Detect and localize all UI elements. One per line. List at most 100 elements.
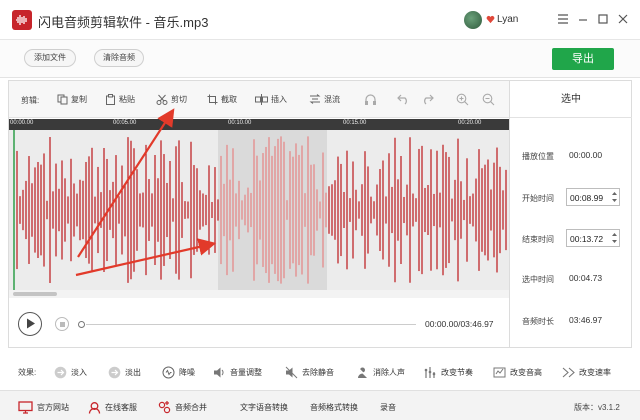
export-button[interactable]: 导出: [552, 48, 614, 70]
tick-label: 00:00.00: [10, 120, 34, 126]
paste-icon: [106, 93, 115, 105]
fade-out-label: 淡出: [125, 367, 141, 377]
zoom-out-icon: [482, 93, 495, 105]
paste-tool[interactable]: 粘贴: [105, 92, 135, 106]
crop-tool[interactable]: 截取: [207, 92, 237, 106]
zoom-in-tool[interactable]: [456, 92, 469, 106]
remove-vocals-effect[interactable]: 消除人声: [356, 365, 405, 379]
denoise-label: 降噪: [179, 367, 195, 377]
mute-icon: [285, 366, 298, 378]
volume-effect[interactable]: 音量调整: [213, 365, 262, 379]
monitor-icon: [18, 400, 33, 414]
undo-tool[interactable]: [397, 92, 410, 106]
insert-tool[interactable]: 插入: [255, 92, 287, 106]
play-icon: [27, 318, 35, 329]
official-website-label: 官方网站: [37, 402, 69, 412]
undo-icon: [397, 94, 407, 105]
selected-duration-label: 选中时间: [522, 275, 554, 284]
record-link[interactable]: 录音: [380, 400, 396, 414]
volume-label: 音量调整: [230, 367, 262, 377]
speed-label: 改变速率: [579, 367, 611, 377]
end-time-field[interactable]: 00:13.72: [566, 229, 620, 247]
cut-label: 剪切: [171, 94, 187, 104]
selected-duration-value: 00:04.73: [569, 273, 603, 283]
tts-link[interactable]: 文字语音转换: [240, 400, 288, 414]
format-convert-link[interactable]: 音频格式转换: [310, 400, 358, 414]
start-time-label: 开始时间: [522, 194, 554, 203]
fade-in-label: 淡入: [71, 367, 87, 377]
start-time-field[interactable]: 00:08.99: [566, 188, 620, 206]
remove-silence-effect[interactable]: 去除静音: [285, 365, 334, 379]
tick-label: 00:15.00: [343, 120, 367, 126]
remove-vocals-label: 消除人声: [373, 367, 405, 377]
scrollbar-thumb[interactable]: [13, 292, 57, 296]
support-agent-icon: [88, 401, 101, 414]
zoom-out-tool[interactable]: [482, 92, 495, 106]
horizontal-scrollbar[interactable]: [9, 290, 509, 298]
tempo-label: 改变节奏: [441, 367, 473, 377]
headphone-tool[interactable]: [364, 92, 377, 106]
scissors-icon: [156, 94, 168, 105]
fade-out-icon: [108, 366, 121, 378]
copy-label: 复制: [71, 94, 87, 104]
stop-button[interactable]: [55, 317, 69, 331]
play-button[interactable]: [18, 312, 42, 336]
minimize-icon[interactable]: [576, 12, 590, 26]
waveform-area[interactable]: [9, 130, 509, 290]
redo-tool[interactable]: [421, 92, 434, 106]
crop-label: 截取: [221, 94, 237, 104]
menu-icon[interactable]: [556, 12, 570, 26]
title-bar: 闪电音频剪辑软件 - 音乐.mp3 Lyan: [0, 0, 640, 40]
version-label: 版本：v3.1.2: [574, 403, 620, 412]
speed-effect[interactable]: 改变速率: [562, 365, 611, 379]
selection-panel: 选中 播放位置 00:00.00 开始时间 00:08.99 结束时间 00:1…: [510, 80, 632, 348]
format-convert-label: 音频格式转换: [310, 402, 358, 412]
audio-length-label: 音频时长: [522, 317, 554, 326]
avatar[interactable]: [464, 11, 482, 29]
zoom-in-icon: [456, 93, 469, 105]
speed-icon: [562, 367, 575, 377]
copy-icon: [57, 94, 68, 104]
merge-icon: [158, 400, 171, 413]
audio-merge-link[interactable]: 音频合并: [158, 400, 207, 414]
insert-icon: [255, 93, 268, 105]
clear-audio-button[interactable]: 清除音频: [94, 49, 144, 67]
redo-icon: [424, 94, 434, 105]
pitch-icon: [493, 367, 506, 377]
progress-track[interactable]: [86, 324, 416, 325]
mix-label: 混流: [324, 94, 340, 104]
official-website-link[interactable]: 官方网站: [18, 400, 69, 414]
time-readout: 00:00.00/03:46.97: [425, 319, 494, 329]
mix-tool[interactable]: 混流: [309, 92, 340, 106]
spin-arrows-icon[interactable]: [611, 231, 618, 245]
play-position-label: 播放位置: [522, 152, 554, 161]
tempo-effect[interactable]: 改变节奏: [424, 365, 473, 379]
effects-label: 效果:: [18, 368, 37, 377]
pitch-effect[interactable]: 改变音高: [493, 365, 542, 379]
record-label: 录音: [380, 402, 396, 412]
cut-tool[interactable]: 剪切: [156, 92, 187, 106]
username[interactable]: Lyan: [497, 14, 518, 25]
fade-out-effect[interactable]: 淡出: [108, 365, 141, 379]
player-controls: 00:00.00/03:46.97: [9, 299, 509, 347]
copy-tool[interactable]: 复制: [57, 92, 87, 106]
online-support-label: 在线客服: [105, 402, 137, 412]
pitch-label: 改变音高: [510, 367, 542, 377]
online-support-link[interactable]: 在线客服: [88, 400, 137, 414]
denoise-effect[interactable]: 降噪: [162, 365, 195, 379]
progress-knob[interactable]: [78, 321, 85, 328]
effects-bar: 效果: 淡入 淡出 降噪 音量调整 去除静音 消除人声 改变节奏 改变音高 改变…: [0, 356, 640, 386]
fade-in-effect[interactable]: 淡入: [54, 365, 87, 379]
app-logo-icon: [12, 10, 32, 30]
mix-icon: [309, 93, 321, 104]
add-file-button[interactable]: 添加文件: [24, 49, 76, 67]
timeline-ruler[interactable]: 00:00.00 00:05.00 00:10.00 00:15.00 00:2…: [9, 119, 509, 130]
edit-toolbar: 剪辑: 复制 粘贴 剪切 截取 插入 混流: [9, 81, 509, 118]
action-bar: 添加文件 清除音频 导出: [0, 40, 640, 78]
spin-arrows-icon[interactable]: [611, 190, 618, 204]
audio-length-value: 03:46.97: [569, 315, 603, 325]
close-icon[interactable]: [616, 12, 630, 26]
tts-label: 文字语音转换: [240, 402, 288, 412]
maximize-icon[interactable]: [596, 12, 610, 26]
tick-label: 00:20.00: [458, 120, 482, 126]
